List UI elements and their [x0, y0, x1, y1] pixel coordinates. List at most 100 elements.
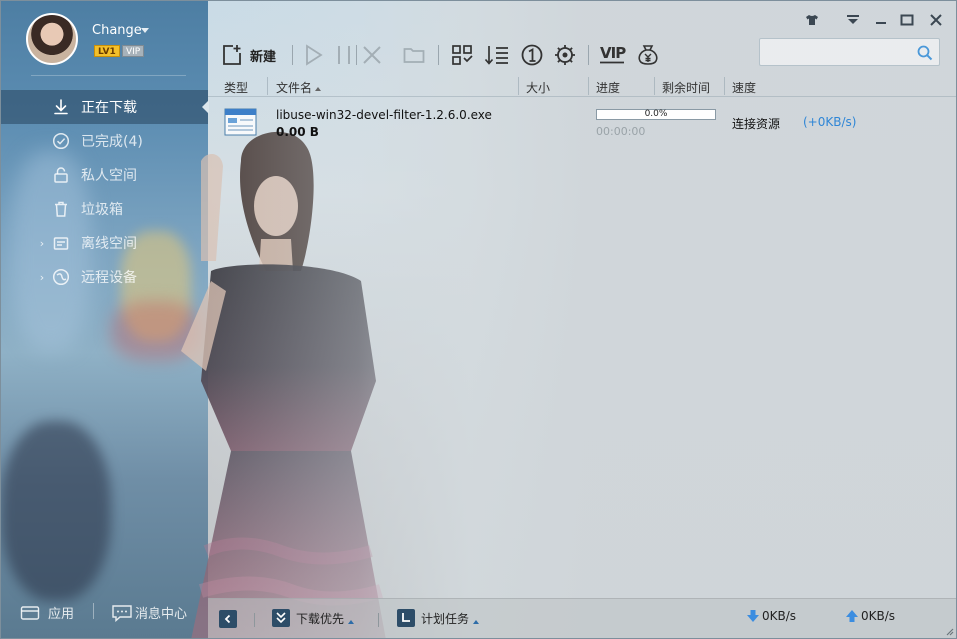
- column-remaining-time[interactable]: 剩余时间: [662, 79, 710, 96]
- minimize-button[interactable]: [873, 13, 889, 27]
- avatar[interactable]: [26, 13, 78, 65]
- column-progress[interactable]: 进度: [596, 79, 620, 96]
- priority-dropdown-caret-icon[interactable]: [348, 620, 355, 624]
- exe-file-icon: [224, 108, 257, 136]
- task-remaining-time: 00:00:00: [596, 125, 646, 138]
- column-type[interactable]: 类型: [224, 79, 248, 96]
- sidebar-item-label: 私人空间: [81, 168, 137, 184]
- offline-space-icon: [53, 237, 69, 250]
- tshirt-skin-icon: [806, 15, 818, 25]
- sidebar-item-label: 已完成(4): [81, 134, 143, 150]
- sidebar-item-label: 离线空间: [81, 236, 137, 252]
- search-icon[interactable]: [917, 45, 933, 61]
- sidebar-item-label: 垃圾箱: [81, 202, 123, 218]
- vip-badge[interactable]: VIP: [122, 45, 145, 57]
- pause-icon: [338, 46, 350, 64]
- download-arrow-icon: [54, 99, 68, 115]
- column-size[interactable]: 大小: [526, 79, 550, 96]
- minimize-icon: [876, 22, 886, 24]
- column-divider: [724, 77, 725, 95]
- new-task-button[interactable]: 新建: [220, 42, 276, 68]
- sort-list-icon: [484, 46, 508, 65]
- task-speed: (+0KB/s): [803, 115, 857, 129]
- download-priority-button[interactable]: 下载优先: [272, 609, 355, 627]
- task-list-header: 类型 文件名 大小 进度 剩余时间 速度: [208, 75, 956, 97]
- vip-button[interactable]: VIP: [598, 42, 626, 68]
- grid-view-icon: [452, 45, 473, 65]
- task-progress-bar: 0.0%: [596, 109, 716, 120]
- sidebar-item-remote-devices[interactable]: › 远程设备: [1, 260, 208, 294]
- status-bar-divider: [378, 613, 379, 627]
- column-divider: [518, 77, 519, 95]
- money-bag-icon: [638, 45, 658, 65]
- thunder-download-window: Change LV1 VIP 正在下载 已完成(4) 私人空间 垃圾箱 › 离线…: [0, 0, 957, 639]
- sort-ascending-icon: [315, 86, 322, 91]
- sidebar-item-label: 正在下载: [81, 100, 137, 116]
- collapse-sidebar-button[interactable]: [219, 610, 237, 628]
- maximize-icon: [900, 14, 914, 26]
- schedule-dropdown-caret-icon[interactable]: [473, 620, 480, 624]
- upload-speed-indicator[interactable]: 0KB/s: [845, 609, 895, 623]
- sidebar-item-completed[interactable]: 已完成(4): [1, 124, 208, 158]
- open-folder-button[interactable]: [402, 42, 426, 68]
- chevron-left-icon: [224, 614, 231, 624]
- download-priority-label: 下载优先: [296, 611, 345, 626]
- resize-grip-icon[interactable]: [944, 626, 954, 636]
- remote-device-icon: [52, 268, 70, 286]
- download-speed-arrow-icon: [747, 610, 759, 622]
- status-bar: 下载优先 计划任务 0KB/s 0KB/s: [208, 598, 956, 638]
- maximize-button[interactable]: [899, 13, 915, 27]
- sort-button[interactable]: [484, 42, 510, 68]
- new-task-label: 新建: [250, 49, 277, 65]
- play-icon: [306, 44, 323, 66]
- level-badge[interactable]: LV1: [94, 45, 120, 57]
- user-menu-caret-icon[interactable]: [141, 28, 149, 33]
- search-input[interactable]: [766, 43, 911, 61]
- close-button[interactable]: [928, 13, 944, 27]
- toolbar-divider: [588, 45, 589, 65]
- apps-button[interactable]: 应用: [20, 603, 74, 622]
- upload-speed-value: 0KB/s: [861, 609, 896, 623]
- main-menu-button[interactable]: [845, 13, 861, 27]
- start-button[interactable]: [303, 42, 325, 68]
- skin-button[interactable]: [804, 13, 820, 27]
- sidebar-item-private-space[interactable]: 私人空间: [1, 158, 208, 192]
- toolbar-divider: [356, 45, 357, 65]
- new-file-icon: [223, 45, 241, 65]
- priority-chevrons-icon: [272, 609, 290, 627]
- sidebar-bottom-divider: [93, 603, 94, 619]
- column-speed[interactable]: 速度: [732, 79, 756, 96]
- delete-button[interactable]: [360, 42, 384, 68]
- chevron-right-icon[interactable]: ›: [38, 271, 46, 284]
- one-at-a-time-button[interactable]: [520, 42, 544, 68]
- message-bubble-icon: [112, 604, 132, 622]
- scheduled-task-label: 计划任务: [421, 611, 470, 626]
- message-center-button[interactable]: 消息中心: [111, 603, 187, 622]
- column-divider: [267, 77, 268, 95]
- sidebar-item-downloading[interactable]: 正在下载: [1, 90, 209, 124]
- sidebar-item-offline-space[interactable]: › 离线空间: [1, 226, 208, 260]
- column-filename[interactable]: 文件名: [276, 79, 322, 96]
- task-filename: libuse-win32-devel-filter-1.2.6.0.exe: [276, 108, 492, 122]
- speed-limit-button[interactable]: [553, 42, 577, 68]
- pause-button[interactable]: [334, 42, 354, 68]
- apps-icon: [20, 605, 40, 620]
- column-divider: [654, 77, 655, 95]
- trash-icon: [55, 201, 67, 217]
- close-icon: [930, 14, 942, 26]
- username[interactable]: Change: [92, 23, 142, 38]
- upload-speed-arrow-icon: [846, 610, 858, 622]
- scheduled-task-button[interactable]: 计划任务: [397, 609, 480, 627]
- chevron-right-icon[interactable]: ›: [38, 237, 46, 250]
- sidebar: Change LV1 VIP 正在下载 已完成(4) 私人空间 垃圾箱 › 离线…: [1, 1, 209, 622]
- download-speed-indicator[interactable]: 0KB/s: [746, 609, 796, 623]
- earn-money-button[interactable]: [636, 42, 660, 68]
- toolbar-divider: [292, 45, 293, 65]
- sidebar-item-trash[interactable]: 垃圾箱: [1, 192, 208, 226]
- search-box: [759, 38, 940, 66]
- table-row[interactable]: libuse-win32-devel-filter-1.2.6.0.exe 0.…: [208, 101, 956, 147]
- apps-label: 应用: [48, 607, 75, 622]
- column-filename-label: 文件名: [276, 81, 313, 95]
- view-mode-button[interactable]: [450, 42, 474, 68]
- number-one-circle-icon: [521, 44, 543, 66]
